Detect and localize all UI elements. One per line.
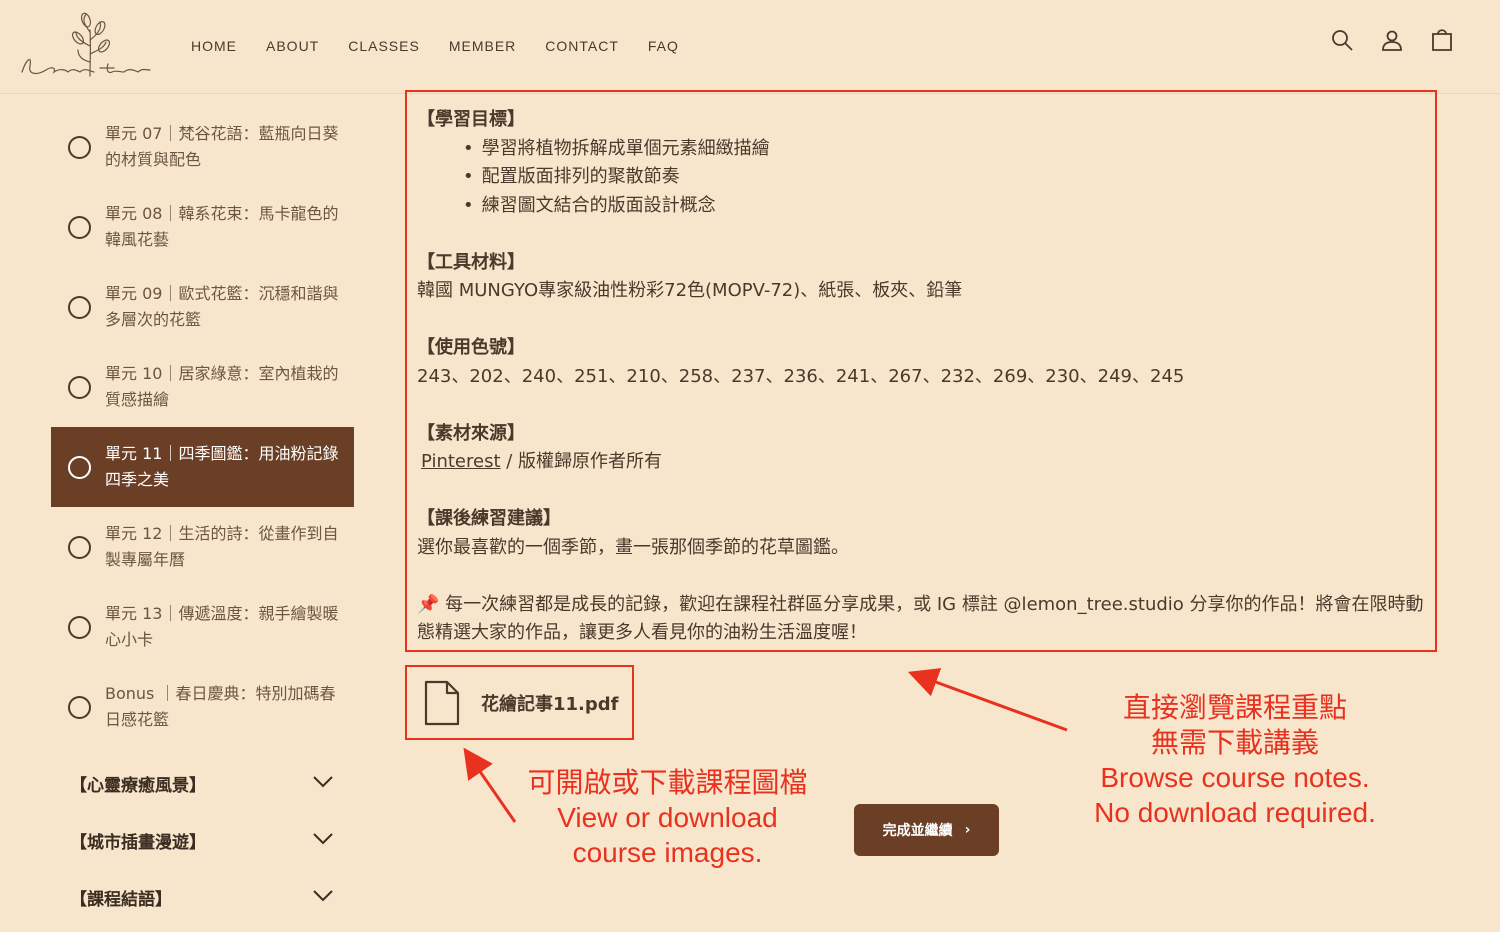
- pin-icon: 📌: [417, 593, 440, 615]
- goal-item: 練習圖文結合的版面設計概念: [463, 192, 1435, 221]
- nav-member[interactable]: MEMBER: [448, 38, 517, 54]
- annotation-line: course images.: [572, 837, 763, 868]
- nav-about[interactable]: ABOUT: [265, 38, 320, 54]
- complete-and-continue-button[interactable]: 完成並繼續 ›: [854, 804, 999, 856]
- lesson-item-07[interactable]: 單元 07｜梵谷花語：藍瓶向日葵的材質與配色: [51, 107, 354, 187]
- annotation-line: No download required.: [1094, 797, 1376, 828]
- annotation-line: Browse course notes.: [1100, 762, 1370, 793]
- section-healing-landscape[interactable]: 【心靈療癒風景】: [51, 755, 354, 812]
- lesson-label: 單元 11｜四季圖鑑：用油粉記錄四季之美: [105, 444, 339, 489]
- nav-home[interactable]: HOME: [190, 38, 238, 54]
- section-city-illustration[interactable]: 【城市插畫漫遊】: [51, 812, 354, 869]
- lesson-label: 單元 09｜歐式花籃：沉穩和諧與多層次的花籃: [105, 284, 339, 329]
- chevron-down-icon: [312, 774, 334, 793]
- goals-list: 學習將植物拆解成單個元素細緻描繪 配置版面排列的聚散節奏 練習圖文結合的版面設計…: [463, 135, 1435, 221]
- section-course-conclusion[interactable]: 【課程結語】: [51, 869, 354, 926]
- arrow-to-content: [907, 668, 1068, 732]
- nav-faq[interactable]: FAQ: [647, 38, 680, 54]
- practice-heading: 【課後練習建議】: [417, 508, 561, 529]
- complete-button-label: 完成並繼續: [882, 823, 953, 839]
- document-icon: [424, 680, 460, 725]
- cart-icon[interactable]: [1430, 28, 1454, 52]
- lemon-tree-logo[interactable]: [16, 10, 154, 82]
- source-line: Pinterest / 版權歸原作者所有: [417, 448, 1435, 477]
- chevron-down-icon: [312, 888, 334, 907]
- lesson-content: 【學習目標】 學習將植物拆解成單個元素細緻描繪 配置版面排列的聚散節奏 練習圖文…: [405, 90, 1437, 652]
- main-nav: HOME ABOUT CLASSES MEMBER CONTACT FAQ: [190, 0, 707, 92]
- lesson-label: 單元 12｜生活的詩：從畫作到自製專屬年曆: [105, 524, 339, 569]
- lesson-status-icon: [68, 615, 91, 639]
- chevron-down-icon: [312, 831, 334, 850]
- lesson-label: Bonus ｜春日慶典：特別加碼春日感花籃: [105, 684, 336, 729]
- tools-text: 韓國 MUNGYO專家級油性粉彩72色(MOPV-72)、紙張、板夾、鉛筆: [417, 280, 963, 301]
- note-paragraph: 📌 每一次練習都是成長的記錄，歡迎在課程社群區分享成果，或 IG 標註 @lem…: [417, 591, 1435, 648]
- annotation-right: 直接瀏覽課程重點 無需下載講義 Browse course notes. No …: [1070, 690, 1400, 830]
- lemon-tree-logo-icon: [21, 12, 151, 77]
- lesson-label: 單元 10｜居家綠意：室內植栽的質感描繪: [105, 364, 339, 409]
- colors-text: 243、202、240、251、210、258、237、236、241、267、…: [417, 365, 1185, 387]
- annotation-line: View or download: [557, 802, 778, 833]
- lesson-item-13[interactable]: 單元 13｜傳遞溫度：親手繪製暖心小卡: [51, 587, 354, 667]
- practice-text: 選你最喜歡的一個季節，畫一張那個季節的花草圖鑑。: [417, 536, 849, 558]
- lesson-item-08[interactable]: 單元 08｜韓系花束：馬卡龍色的韓風花藝: [51, 187, 354, 267]
- lesson-status-icon: [68, 215, 91, 239]
- chevron-right-icon: ›: [964, 822, 971, 838]
- site-header: HOME ABOUT CLASSES MEMBER CONTACT FAQ: [0, 0, 1500, 94]
- lesson-sidebar: 單元 07｜梵谷花語：藍瓶向日葵的材質與配色 單元 08｜韓系花束：馬卡龍色的韓…: [51, 107, 354, 926]
- note-text: 每一次練習都是成長的記錄，歡迎在課程社群區分享成果，或 IG 標註 @lemon…: [417, 593, 1424, 644]
- annotation-line: 直接瀏覽課程重點: [1122, 692, 1347, 723]
- lesson-status-icon: [68, 455, 91, 479]
- pdf-filename: 花繪記事11.pdf: [481, 693, 619, 715]
- goal-item: 學習將植物拆解成單個元素細緻描繪: [463, 135, 1435, 164]
- source-heading: 【素材來源】: [417, 422, 525, 444]
- lesson-label: 單元 07｜梵谷花語：藍瓶向日葵的材質與配色: [105, 124, 339, 169]
- annotation-line: 無需下載講義: [1150, 727, 1319, 758]
- lesson-item-bonus[interactable]: Bonus ｜春日慶典：特別加碼春日感花籃: [51, 667, 354, 747]
- search-icon[interactable]: [1330, 28, 1354, 52]
- account-icon[interactable]: [1380, 28, 1404, 52]
- lesson-status-icon: [68, 375, 91, 399]
- nav-classes[interactable]: CLASSES: [347, 38, 421, 54]
- lesson-label: 單元 08｜韓系花束：馬卡龍色的韓風花藝: [105, 204, 339, 249]
- lesson-label: 單元 13｜傳遞溫度：親手繪製暖心小卡: [105, 604, 339, 649]
- lesson-status-icon: [68, 535, 91, 559]
- colors-heading: 【使用色號】: [417, 337, 525, 358]
- lesson-item-09[interactable]: 單元 09｜歐式花籃：沉穩和諧與多層次的花籃: [51, 267, 354, 347]
- pinterest-link[interactable]: Pinterest: [421, 451, 501, 472]
- lesson-status-icon: [68, 135, 91, 159]
- section-label: 【心靈療癒風景】: [70, 776, 206, 796]
- lesson-item-11-active[interactable]: 單元 11｜四季圖鑑：用油粉記錄四季之美: [51, 427, 354, 507]
- lesson-status-icon: [68, 695, 91, 719]
- lesson-item-10[interactable]: 單元 10｜居家綠意：室內植栽的質感描繪: [51, 347, 354, 427]
- goal-item: 配置版面排列的聚散節奏: [463, 163, 1435, 192]
- nav-contact[interactable]: CONTACT: [544, 38, 620, 54]
- goals-heading: 【學習目標】: [417, 109, 525, 130]
- lesson-item-12[interactable]: 單元 12｜生活的詩：從畫作到自製專屬年曆: [51, 507, 354, 587]
- section-label: 【課程結語】: [70, 890, 172, 910]
- annotation-left: 可開啟或下載課程圖檔 View or download course image…: [505, 765, 830, 870]
- header-icons: [1330, 28, 1454, 52]
- lesson-status-icon: [68, 295, 91, 319]
- pdf-attachment[interactable]: 花繪記事11.pdf: [405, 665, 634, 740]
- section-label: 【城市插畫漫遊】: [70, 833, 206, 853]
- annotation-line: 可開啟或下載課程圖檔: [527, 767, 808, 798]
- tools-heading: 【工具材料】: [417, 251, 525, 273]
- source-text: / 版權歸原作者所有: [500, 451, 663, 472]
